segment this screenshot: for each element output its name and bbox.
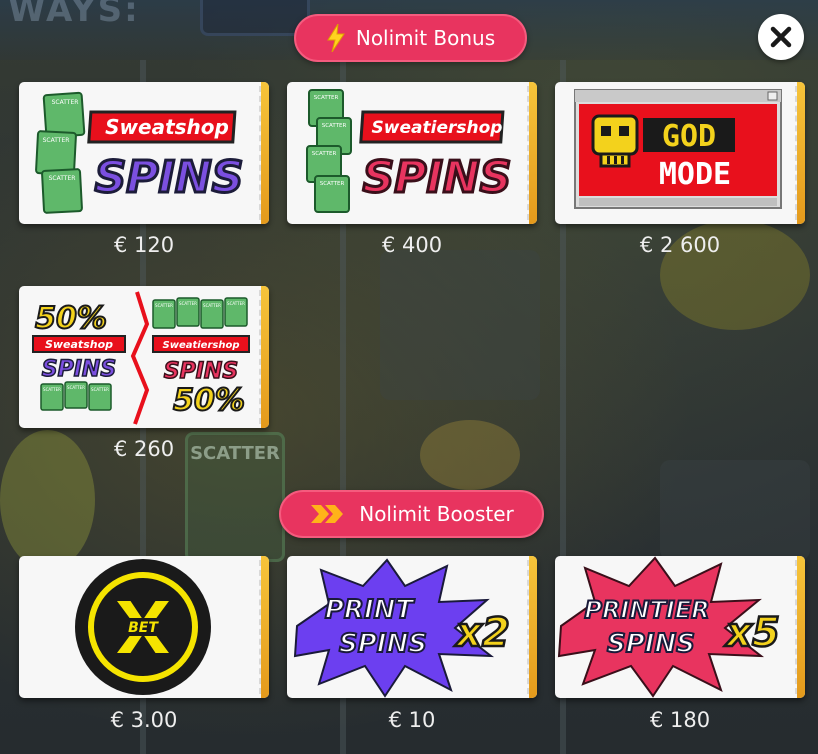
close-icon [770, 26, 792, 48]
sweatiershop-spins-art: SCATTER SCATTER SCATTER SCATTER Sweatier… [306, 89, 513, 213]
ways-counter [200, 0, 310, 36]
chevrons-right-icon [309, 503, 349, 525]
svg-text:SCATTER: SCATTER [320, 181, 345, 187]
svg-text:SCATTER: SCATTER [312, 151, 337, 157]
nolimit-booster-header: Nolimit Booster [279, 490, 544, 538]
ticket-stub [529, 556, 537, 698]
print-spins-price: € 10 [388, 708, 436, 732]
ticket-stub [261, 82, 269, 224]
ticket-stub [529, 82, 537, 224]
right-percent-text: 50% [173, 383, 245, 418]
scatter-cards: SCATTER SCATTER SCATTER SCATTER [152, 297, 248, 329]
svg-text:SCATTER: SCATTER [52, 99, 79, 106]
multiplier-text: x5 [724, 610, 780, 656]
print-spins-art: PRINT SPINS x2 [293, 558, 511, 698]
combo-spins-card[interactable]: 50% Sweatshop SPINS SCATTER SCATTER SCAT… [19, 286, 269, 428]
xbet-price: € 3.00 [110, 708, 178, 732]
sweatshop-banner-text: Sweatshop [105, 115, 229, 139]
hand-figure [420, 420, 520, 490]
printier-spins-price: € 180 [649, 708, 711, 732]
combo-spins-art: 50% Sweatshop SPINS SCATTER SCATTER SCAT… [32, 291, 250, 425]
sweatshop-spins-card[interactable]: SCATTER SCATTER SCATTER Sweatshop SPINS [19, 82, 269, 224]
xbet-art: BET [75, 559, 211, 695]
lightning-bolt-icon [326, 24, 346, 52]
nolimit-booster-title: Nolimit Booster [359, 502, 514, 526]
scatter-cards: SCATTER SCATTER SCATTER SCATTER [306, 89, 352, 213]
spins-text: SPINS [363, 152, 512, 203]
svg-text:SCATTER: SCATTER [203, 303, 221, 308]
scatter-cards: SCATTER SCATTER SCATTER [40, 381, 112, 411]
spins-text: SPINS [607, 629, 695, 659]
close-button[interactable] [758, 14, 804, 60]
nolimit-bonus-header: Nolimit Bonus [294, 14, 527, 62]
sweatshop-spins-art: SCATTER SCATTER SCATTER Sweatshop SPINS [35, 91, 245, 214]
ways-label: WAYS: [8, 0, 140, 30]
ticket-stub [261, 556, 269, 698]
spins-text: SPINS [339, 629, 427, 659]
sweatiershop-spins-price: € 400 [381, 233, 443, 257]
sweatiershop-spins-card[interactable]: SCATTER SCATTER SCATTER SCATTER Sweatier… [287, 82, 537, 224]
sweatshop-spins-price: € 120 [113, 233, 175, 257]
left-banner-text: Sweatshop [45, 338, 113, 351]
ticket-stub [797, 82, 805, 224]
svg-text:SCATTER: SCATTER [322, 123, 347, 129]
svg-text:SCATTER: SCATTER [155, 303, 173, 308]
svg-text:SCATTER: SCATTER [43, 387, 61, 392]
reel-cell [660, 460, 810, 560]
bet-text: BET [128, 620, 159, 636]
god-mode-price: € 2 600 [639, 233, 721, 257]
multiplier-text: x2 [454, 610, 510, 656]
print-spins-card[interactable]: PRINT SPINS x2 [287, 556, 537, 698]
god-text: GOD [662, 119, 716, 154]
ticket-stub [797, 556, 805, 698]
right-spins-text: SPINS [164, 359, 238, 384]
svg-text:SCATTER: SCATTER [227, 301, 245, 306]
svg-text:SCATTER: SCATTER [67, 385, 85, 390]
god-mode-card[interactable]: GOD MODE [555, 82, 805, 224]
print-text: PRINT [325, 595, 416, 625]
printier-spins-art: PRINTIER SPINS x5 [557, 556, 781, 698]
nolimit-bonus-title: Nolimit Bonus [355, 26, 496, 50]
svg-text:SCATTER: SCATTER [49, 175, 76, 182]
mode-text: MODE [659, 157, 731, 192]
scatter-cards: SCATTER SCATTER SCATTER [35, 91, 86, 214]
xbet-logo: BET [75, 559, 211, 695]
sweatiershop-banner-text: Sweatiershop [372, 118, 503, 138]
svg-text:SCATTER: SCATTER [179, 301, 197, 306]
left-percent-text: 50% [35, 301, 107, 336]
right-banner-text: Sweatiershop [163, 340, 240, 351]
reel-cell [380, 250, 540, 400]
svg-text:SCATTER: SCATTER [43, 137, 70, 144]
spins-text: SPINS [95, 152, 244, 203]
left-spins-text: SPINS [42, 357, 116, 382]
svg-text:SCATTER: SCATTER [314, 95, 339, 101]
printier-text: PRINTIER [584, 596, 709, 624]
xbet-card[interactable]: BET [19, 556, 269, 698]
ticket-stub [261, 286, 269, 428]
combo-spins-price: € 260 [113, 437, 175, 461]
svg-text:SCATTER: SCATTER [91, 387, 109, 392]
god-mode-art: GOD MODE [574, 89, 782, 209]
printier-spins-card[interactable]: PRINTIER SPINS x5 [555, 556, 805, 698]
skull-icon [591, 114, 639, 168]
